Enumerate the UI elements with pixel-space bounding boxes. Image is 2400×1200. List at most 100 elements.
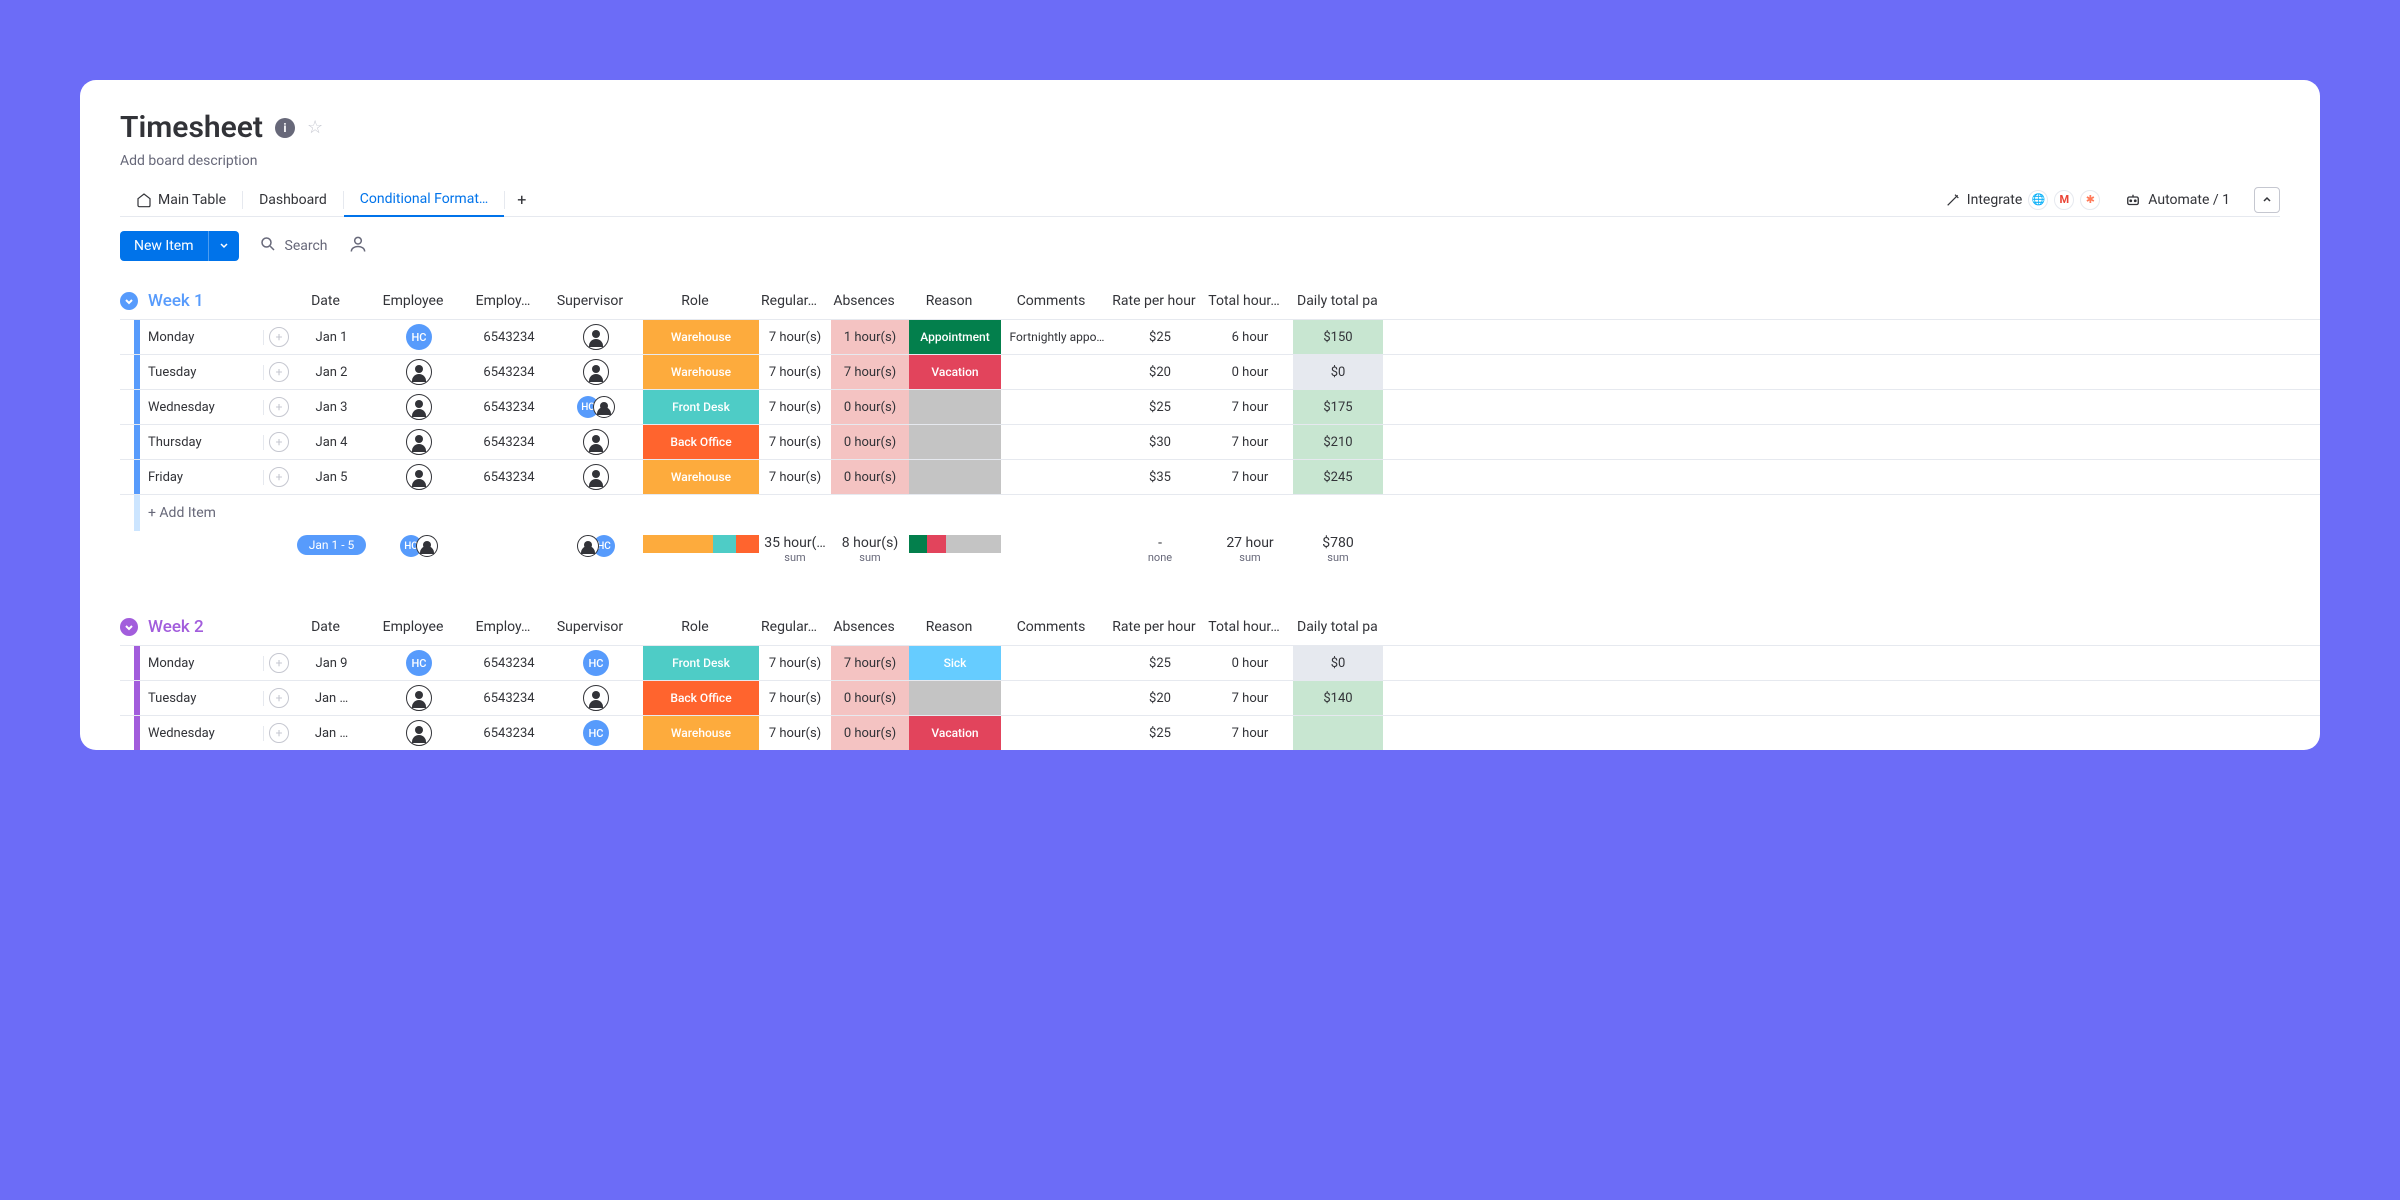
- supervisor-cell[interactable]: [549, 464, 643, 490]
- col-daily[interactable]: Daily total pa: [1287, 293, 1377, 309]
- employee-cell[interactable]: [369, 464, 469, 490]
- reason-cell[interactable]: Vacation: [909, 716, 1001, 750]
- supervisor-cell[interactable]: [549, 324, 643, 350]
- tab-conditional-formatting[interactable]: Conditional Format…: [344, 183, 504, 217]
- supervisor-cell[interactable]: [549, 685, 643, 711]
- avatar-person[interactable]: [583, 324, 609, 350]
- chat-icon[interactable]: +: [269, 688, 289, 708]
- table-row[interactable]: Wednesday + Jan 3 6543234 HC Front Desk …: [120, 390, 2320, 425]
- employee-cell[interactable]: HC: [369, 650, 469, 676]
- supervisor-cell[interactable]: [549, 429, 643, 455]
- supervisor-cell[interactable]: HC: [549, 720, 643, 746]
- role-cell[interactable]: Warehouse: [643, 460, 759, 494]
- rate-cell[interactable]: $20: [1113, 365, 1207, 380]
- absence-cell[interactable]: 0 hour(s): [831, 390, 909, 424]
- day-cell[interactable]: Monday: [140, 656, 264, 671]
- col-role[interactable]: Role: [637, 293, 753, 309]
- col-reason[interactable]: Reason: [903, 293, 995, 309]
- add-item-row[interactable]: + Add Item: [120, 495, 2320, 531]
- role-cell[interactable]: Warehouse: [643, 320, 759, 354]
- employee-id-cell[interactable]: 6543234: [469, 435, 549, 450]
- reason-cell[interactable]: [909, 460, 1001, 494]
- group-title[interactable]: Week 1: [148, 291, 258, 311]
- total-cell[interactable]: 7 hour: [1207, 726, 1293, 741]
- table-row[interactable]: Tuesday + Jan … 6543234 Back Office 7 ho…: [120, 681, 2320, 716]
- supervisor-cell[interactable]: HC: [549, 650, 643, 676]
- col-total[interactable]: Total hour…: [1201, 619, 1287, 635]
- absence-cell[interactable]: 0 hour(s): [831, 425, 909, 459]
- employee-id-cell[interactable]: 6543234: [469, 365, 549, 380]
- reason-cell[interactable]: [909, 390, 1001, 424]
- date-cell[interactable]: Jan 9: [294, 656, 369, 671]
- total-cell[interactable]: 7 hour: [1207, 691, 1293, 706]
- employee-id-cell[interactable]: 6543234: [469, 691, 549, 706]
- table-row[interactable]: Thursday + Jan 4 6543234 Back Office 7 h…: [120, 425, 2320, 460]
- date-cell[interactable]: Jan 3: [294, 400, 369, 415]
- daily-cell[interactable]: [1293, 716, 1383, 750]
- rate-cell[interactable]: $20: [1113, 691, 1207, 706]
- day-cell[interactable]: Thursday: [140, 435, 264, 450]
- employee-cell[interactable]: [369, 394, 469, 420]
- role-cell[interactable]: Front Desk: [643, 390, 759, 424]
- reason-cell[interactable]: Vacation: [909, 355, 1001, 389]
- day-cell[interactable]: Monday: [140, 330, 264, 345]
- col-reason[interactable]: Reason: [903, 619, 995, 635]
- reason-cell[interactable]: [909, 425, 1001, 459]
- group-collapse-toggle[interactable]: [120, 292, 138, 310]
- person-filter-button[interactable]: [348, 234, 368, 258]
- regular-cell[interactable]: 7 hour(s): [759, 400, 831, 415]
- employee-cell[interactable]: HC: [369, 324, 469, 350]
- employee-id-cell[interactable]: 6543234: [469, 656, 549, 671]
- absence-cell[interactable]: 1 hour(s): [831, 320, 909, 354]
- col-role[interactable]: Role: [637, 619, 753, 635]
- col-employee-id[interactable]: Employ…: [463, 293, 543, 309]
- supervisor-cell[interactable]: [549, 359, 643, 385]
- total-cell[interactable]: 6 hour: [1207, 330, 1293, 345]
- date-cell[interactable]: Jan …: [294, 691, 369, 706]
- rate-cell[interactable]: $25: [1113, 656, 1207, 671]
- avatar-hc[interactable]: HC: [406, 324, 432, 350]
- daily-cell[interactable]: $0: [1293, 646, 1383, 680]
- regular-cell[interactable]: 7 hour(s): [759, 470, 831, 485]
- rate-cell[interactable]: $25: [1113, 726, 1207, 741]
- daily-cell[interactable]: $175: [1293, 390, 1383, 424]
- day-cell[interactable]: Friday: [140, 470, 264, 485]
- reason-cell[interactable]: Appointment: [909, 320, 1001, 354]
- daily-cell[interactable]: $210: [1293, 425, 1383, 459]
- date-cell[interactable]: Jan …: [294, 726, 369, 741]
- rate-cell[interactable]: $35: [1113, 470, 1207, 485]
- tab-main-table[interactable]: Main Table: [120, 184, 242, 216]
- daily-cell[interactable]: $150: [1293, 320, 1383, 354]
- chat-icon[interactable]: +: [269, 467, 289, 487]
- date-cell[interactable]: Jan 4: [294, 435, 369, 450]
- chat-icon[interactable]: +: [269, 432, 289, 452]
- board-title[interactable]: Timesheet: [120, 110, 263, 145]
- day-cell[interactable]: Wednesday: [140, 726, 264, 741]
- role-cell[interactable]: Front Desk: [643, 646, 759, 680]
- avatar-person[interactable]: [583, 464, 609, 490]
- role-cell[interactable]: Warehouse: [643, 716, 759, 750]
- employee-cell[interactable]: [369, 429, 469, 455]
- reason-cell[interactable]: Sick: [909, 646, 1001, 680]
- employee-id-cell[interactable]: 6543234: [469, 400, 549, 415]
- col-total[interactable]: Total hour…: [1201, 293, 1287, 309]
- table-row[interactable]: Monday + Jan 9 HC 6543234 HC Front Desk …: [120, 645, 2320, 681]
- daily-cell[interactable]: $0: [1293, 355, 1383, 389]
- col-supervisor[interactable]: Supervisor: [543, 619, 637, 635]
- avatar-person[interactable]: [406, 720, 432, 746]
- collapse-header-button[interactable]: [2254, 187, 2280, 213]
- group-collapse-toggle[interactable]: [120, 618, 138, 636]
- chat-icon[interactable]: +: [269, 397, 289, 417]
- role-cell[interactable]: Back Office: [643, 425, 759, 459]
- employee-cell[interactable]: [369, 359, 469, 385]
- employee-id-cell[interactable]: 6543234: [469, 726, 549, 741]
- employee-cell[interactable]: [369, 685, 469, 711]
- regular-cell[interactable]: 7 hour(s): [759, 726, 831, 741]
- day-cell[interactable]: Tuesday: [140, 365, 264, 380]
- new-item-dropdown[interactable]: [208, 231, 239, 261]
- avatar-person[interactable]: [406, 359, 432, 385]
- col-regular[interactable]: Regular…: [753, 293, 825, 309]
- total-cell[interactable]: 7 hour: [1207, 400, 1293, 415]
- employee-id-cell[interactable]: 6543234: [469, 330, 549, 345]
- avatar-person[interactable]: [583, 429, 609, 455]
